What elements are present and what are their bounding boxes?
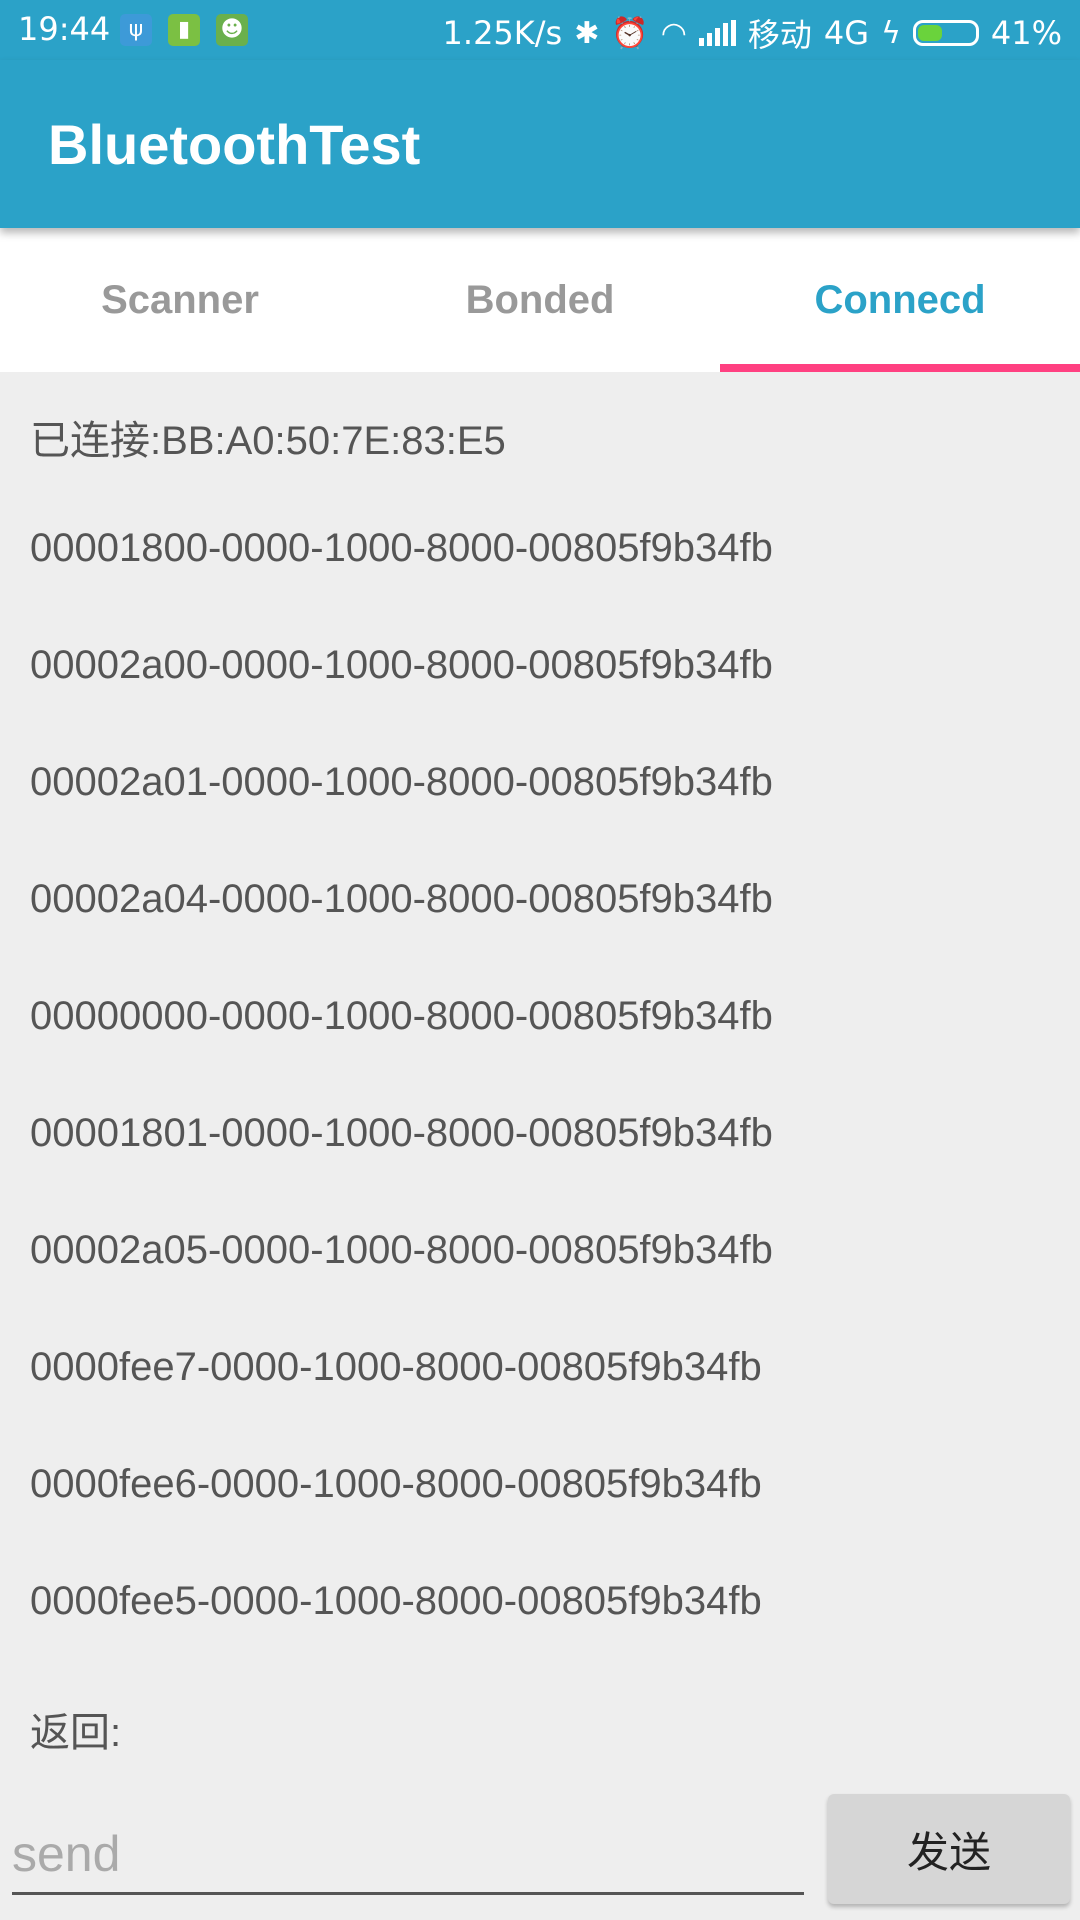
uuid-item[interactable]: 00001800-0000-1000-8000-00805f9b34fb [30,490,1050,607]
send-input[interactable] [12,1815,804,1895]
app-title: BluetoothTest [48,113,421,176]
battery-level [917,25,943,41]
uuid-item[interactable]: 00002a04-0000-1000-8000-00805f9b34fb [30,841,1050,958]
status-bar: 19:44 ψ ▮ ☻ 1.25K/s ✱ ⏰ ◠ 移动 4G ϟ 41% [0,0,1080,60]
tab-bonded[interactable]: Bonded [360,228,720,372]
send-button[interactable]: 发送 [828,1794,1070,1904]
usb-icon: ψ [120,14,152,46]
tab-scanner[interactable]: Scanner [0,228,360,372]
alarm-icon: ⏰ [611,15,649,51]
uuid-item[interactable]: 00002a01-0000-1000-8000-00805f9b34fb [30,724,1050,841]
signal-icon [698,20,736,46]
bluetooth-icon: ✱ [574,15,600,51]
uuid-list: 00001800-0000-1000-8000-00805f9b34fb 000… [30,490,1050,1660]
uuid-item[interactable]: 0000fee6-0000-1000-8000-00805f9b34fb [30,1426,1050,1543]
carrier-name: 移动 [747,16,812,54]
tab-indicator [720,364,1080,372]
screen: 19:44 ψ ▮ ☻ 1.25K/s ✱ ⏰ ◠ 移动 4G ϟ 41% Bl… [0,0,1080,1920]
status-right-group: 1.25K/s ✱ ⏰ ◠ 移动 4G ϟ 41% [443,10,1062,56]
network-type: 4G [823,14,870,52]
tab-connected[interactable]: Connecd [720,228,1080,372]
battery-percent: 41% [990,14,1062,52]
battery-icon [912,20,979,46]
tab-bar: Scanner Bonded Connecd [0,228,1080,372]
uuid-item[interactable]: 00000000-0000-1000-8000-00805f9b34fb [30,958,1050,1075]
android-debug-icon: ☻ [216,14,248,46]
connected-device-label: 已连接:BB:A0:50:7E:83:E5 [30,419,506,463]
uuid-item[interactable]: 0000fee5-0000-1000-8000-00805f9b34fb [30,1543,1050,1660]
charging-icon: ϟ [881,15,901,51]
uuid-item[interactable]: 0000fee7-0000-1000-8000-00805f9b34fb [30,1309,1050,1426]
net-speed: 1.25K/s [442,14,563,52]
uuid-item[interactable]: 00002a05-0000-1000-8000-00805f9b34fb [30,1192,1050,1309]
uuid-item[interactable]: 00002a00-0000-1000-8000-00805f9b34fb [30,607,1050,724]
uuid-item[interactable]: 00001801-0000-1000-8000-00805f9b34fb [30,1075,1050,1192]
battery-saver-icon: ▮ [168,14,200,46]
status-time: 19:44 [18,10,111,48]
return-label: 返回: [30,1711,122,1755]
app-bar: BluetoothTest [0,60,1080,228]
wifi-icon: ◠ [660,15,687,51]
